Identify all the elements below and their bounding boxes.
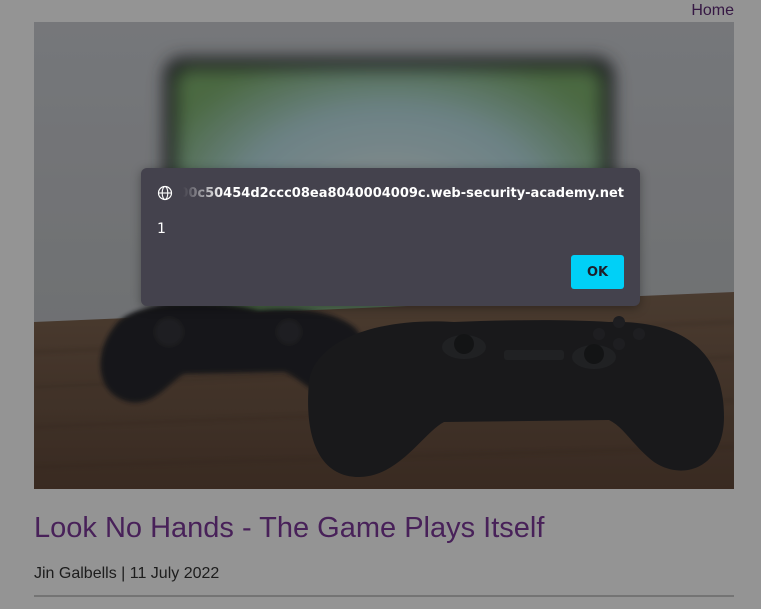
dialog-message: 1 — [157, 221, 166, 237]
alert-dialog: 2000c50454d2ccc08ea8040004009c.web-secur… — [141, 168, 640, 306]
dialog-origin-text: 2000c50454d2ccc08ea8040004009c.web-secur… — [183, 185, 624, 201]
dialog-origin: 2000c50454d2ccc08ea8040004009c.web-secur… — [157, 184, 624, 202]
blog-post-page: Home Look No Hands - The Game Plays Itse… — [0, 0, 761, 609]
ok-button[interactable]: OK — [571, 255, 624, 289]
globe-icon — [157, 185, 173, 201]
